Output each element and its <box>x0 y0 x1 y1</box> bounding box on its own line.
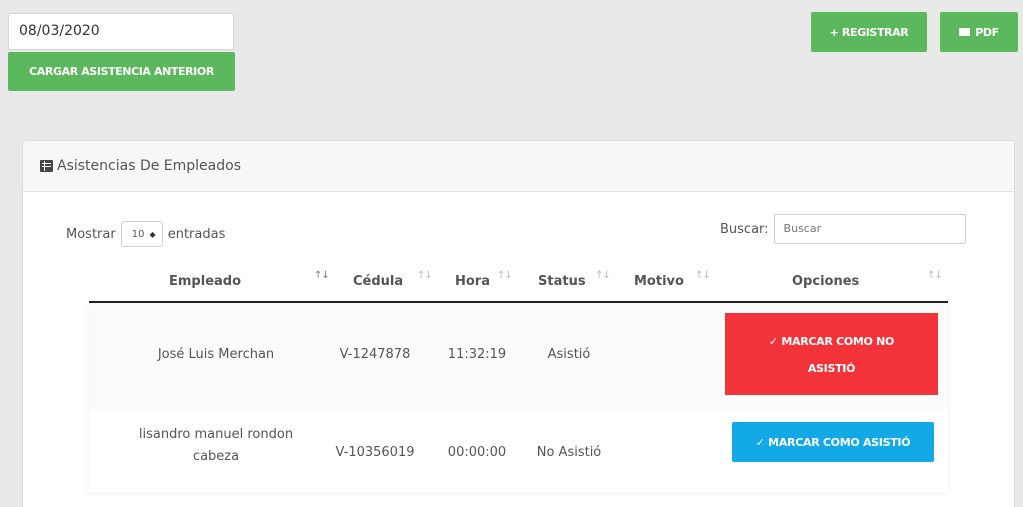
sort-icon: ↑↓ <box>417 270 433 281</box>
cell-cedula: V-1247878 <box>339 347 411 362</box>
table-body: José Luis Merchan V-1247878 11:32:19 Asi… <box>89 304 948 492</box>
cell-hora: 11:32:19 <box>447 347 507 362</box>
column-header-motivo[interactable]: Motivo <box>634 261 684 301</box>
cell-empleado: lisandro manuel rondon cabeza <box>121 424 311 468</box>
marcar-como-no-asistio-button[interactable]: ✓ MARCAR COMO NO ASISTIÓ <box>725 313 938 395</box>
column-label: Empleado <box>169 273 242 289</box>
column-header-cedula[interactable]: Cédula <box>353 261 403 301</box>
sort-icon: ↑↓ <box>497 270 513 281</box>
column-label: Motivo <box>634 273 684 289</box>
sort-icon: ↑↓ <box>927 270 943 281</box>
length-select-value: 10 <box>131 228 145 240</box>
table-row: lisandro manuel rondon cabeza V-10356019… <box>89 410 948 492</box>
length-label-after: entradas <box>167 226 226 242</box>
length-label-before: Mostrar <box>66 226 116 242</box>
registrar-button[interactable]: + REGISTRAR <box>811 12 927 52</box>
search-input[interactable]: Buscar <box>773 214 966 244</box>
column-header-empleado[interactable]: Empleado <box>169 261 241 301</box>
column-label: Opciones <box>792 273 860 289</box>
cell-cedula: V-10356019 <box>335 445 415 460</box>
length-select[interactable]: 10 ◆ <box>120 221 163 247</box>
cell-status: No Asistió <box>536 445 602 460</box>
date-input[interactable]: 08/03/2020 <box>8 13 234 50</box>
column-header-status[interactable]: Status <box>538 261 586 301</box>
cell-empleado-line1: lisandro manuel rondon <box>138 427 294 442</box>
column-label: Status <box>538 273 586 289</box>
card-title: Asistencias De Empleados <box>57 158 241 174</box>
pdf-button-label: PDF <box>975 25 999 39</box>
asistencias-card: Asistencias De Empleados Mostrar 10 ◆ en… <box>22 140 1015 507</box>
table-header: Empleado ↑↓ Cédula ↑↓ Hora ↑↓ Status ↑↓ … <box>89 261 948 303</box>
list-icon <box>40 160 53 172</box>
cell-hora: 00:00:00 <box>447 445 507 460</box>
search-control: Buscar: Buscar <box>720 214 966 244</box>
updown-icon: ◆ <box>149 229 156 239</box>
column-label: Hora <box>455 273 490 289</box>
column-header-hora[interactable]: Hora <box>455 261 490 301</box>
marcar-como-asistio-button[interactable]: ✓ MARCAR COMO ASISTIÓ <box>732 422 934 462</box>
cargar-asistencia-anterior-button[interactable]: CARGAR ASISTENCIA ANTERIOR <box>8 52 235 91</box>
sort-icon: ↑↓ <box>314 270 330 281</box>
pdf-icon <box>959 28 971 36</box>
length-control: Mostrar 10 ◆ entradas <box>66 221 225 247</box>
table-row: José Luis Merchan V-1247878 11:32:19 Asi… <box>89 304 948 410</box>
sort-icon: ↑↓ <box>595 270 611 281</box>
button-label-line2: ASISTIÓ <box>807 362 856 375</box>
sort-icon: ↑↓ <box>695 270 711 281</box>
cell-status: Asistió <box>547 347 591 362</box>
card-header: Asistencias De Empleados <box>23 141 1014 192</box>
pdf-button[interactable]: PDF <box>940 12 1018 52</box>
search-label: Buscar: <box>720 221 769 237</box>
column-header-opciones[interactable]: Opciones <box>792 261 859 301</box>
column-label: Cédula <box>353 273 404 289</box>
cell-empleado-line2: cabeza <box>192 449 240 464</box>
cell-empleado: José Luis Merchan <box>157 347 275 362</box>
button-label-line1: ✓ MARCAR COMO NO <box>768 335 895 348</box>
